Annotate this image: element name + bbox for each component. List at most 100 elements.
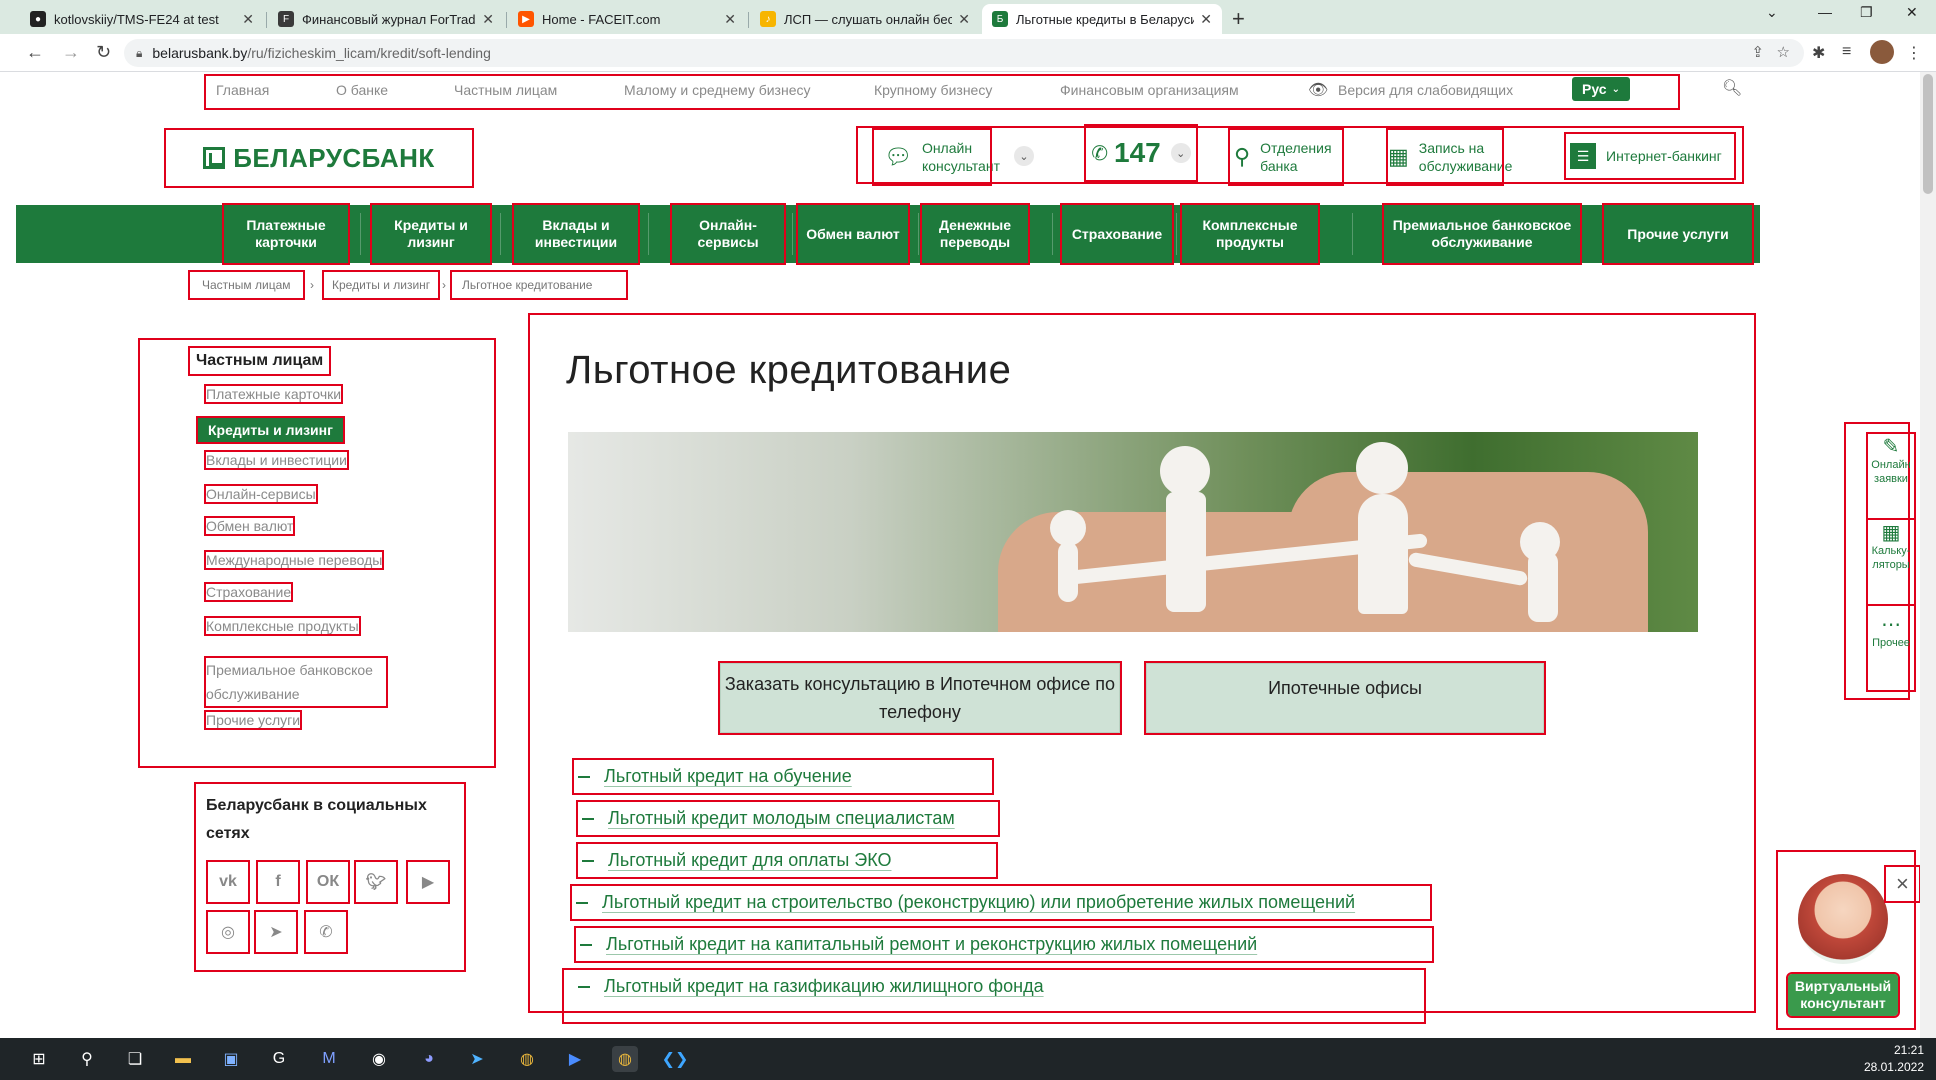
- bank-logo[interactable]: БЕЛАРУСБАНК: [164, 128, 474, 188]
- consultation-button[interactable]: Заказать консультацию в Ипотечном офисе …: [718, 661, 1122, 735]
- page-scrollbar[interactable]: [1920, 72, 1936, 1038]
- loan-link-renovation[interactable]: Льготный кредит на капитальный ремонт и …: [574, 926, 1434, 963]
- browser-tab[interactable]: ● kotlovskiiy/TMS-FE24 at test ✕: [20, 4, 264, 34]
- app-m-icon[interactable]: M: [316, 1046, 342, 1072]
- nav-payment-cards[interactable]: Платежные карточки: [222, 203, 350, 265]
- more-dots-icon: ⋯: [1881, 614, 1901, 636]
- app-g-icon[interactable]: G: [266, 1046, 292, 1072]
- tab-search-icon[interactable]: ⌄: [1766, 4, 1778, 21]
- close-tab-icon[interactable]: ✕: [1200, 11, 1212, 28]
- mortgage-offices-button[interactable]: Ипотечные офисы: [1144, 661, 1546, 735]
- nav-money-transfers[interactable]: Денежные переводы: [920, 203, 1030, 265]
- sidebar-item-intl-transfers[interactable]: Международные переводы: [203, 550, 385, 570]
- paper-figure: [1166, 492, 1206, 612]
- telegram-icon[interactable]: ➤: [254, 910, 298, 954]
- telegram-icon[interactable]: ➤: [464, 1046, 490, 1072]
- loan-link-education[interactable]: Льготный кредит на обучение: [572, 758, 994, 795]
- viber-icon[interactable]: ✆: [304, 910, 348, 954]
- vscode-icon[interactable]: ❮❯: [662, 1046, 689, 1072]
- internet-banking-link[interactable]: ☰ Интернет-банкинг: [1564, 132, 1736, 180]
- dash-icon: [578, 986, 590, 989]
- browser-tab[interactable]: ▶ Home - FACEIT.com ✕: [508, 4, 746, 34]
- chrome-active-icon[interactable]: ◍: [612, 1046, 638, 1072]
- close-tab-icon[interactable]: ✕: [958, 11, 970, 28]
- chrome-icon[interactable]: ◍: [514, 1046, 540, 1072]
- odnoklassniki-icon[interactable]: ОК: [306, 860, 350, 904]
- sidebar-item-premium[interactable]: Премиальное банковское обслуживание: [204, 656, 388, 708]
- extensions-icon[interactable]: ✱: [1812, 43, 1825, 63]
- sidebar-item-online-services[interactable]: Онлайн-сервисы: [204, 484, 318, 504]
- nav-other-services[interactable]: Прочие услуги: [1602, 203, 1754, 265]
- other-button[interactable]: ⋯ Прочее: [1866, 604, 1916, 692]
- bookmark-star-icon[interactable]: ⇪ ☆: [1751, 43, 1790, 61]
- file-explorer-icon[interactable]: ▬: [170, 1046, 196, 1072]
- browser-tab[interactable]: ♪ ЛСП — слушать онлайн беспла ✕: [750, 4, 980, 34]
- consultant-avatar[interactable]: [1798, 874, 1888, 964]
- scrollbar-thumb[interactable]: [1923, 74, 1933, 194]
- nav-currency-exchange[interactable]: Обмен валют: [796, 203, 910, 265]
- close-tab-icon[interactable]: ✕: [724, 11, 736, 28]
- toplinks-outline: [204, 74, 1680, 110]
- reload-icon[interactable]: ↻: [96, 42, 111, 63]
- sidebar-item-complex-products[interactable]: Комплексные продукты: [204, 616, 361, 636]
- branches-link[interactable]: ⚲ Отделения банка: [1228, 128, 1344, 186]
- forward-icon[interactable]: →: [62, 42, 80, 63]
- edit-icon: ✎: [1882, 436, 1900, 458]
- restore-icon[interactable]: ❐: [1860, 4, 1873, 21]
- vk-icon[interactable]: vk: [206, 860, 250, 904]
- nav-credits[interactable]: Кредиты и лизинг: [370, 203, 492, 265]
- sidebar-item-currency-exchange[interactable]: Обмен валют: [203, 516, 296, 536]
- nav-online-services[interactable]: Онлайн-сервисы: [670, 203, 786, 265]
- instagram-icon[interactable]: ◎: [206, 910, 250, 954]
- url-input[interactable]: 🔒︎ belarusbank.by/ru/fizicheskim_licam/k…: [124, 39, 1804, 67]
- close-tab-icon[interactable]: ✕: [482, 11, 494, 28]
- twitter-icon[interactable]: 🐦︎: [354, 860, 398, 904]
- loan-link-gasification[interactable]: Льготный кредит на газификацию жилищного…: [562, 968, 1426, 1024]
- windows-start-icon[interactable]: ⊞: [26, 1046, 52, 1072]
- youtube-icon[interactable]: ▶: [406, 860, 450, 904]
- sidebar-item-payment-cards[interactable]: Платежные карточки: [203, 384, 344, 404]
- sidebar-item-other[interactable]: Прочие услуги: [203, 710, 303, 730]
- search-icon[interactable]: 🔍︎: [1722, 78, 1742, 98]
- virtual-consultant-button[interactable]: Виртуальный консультант: [1786, 972, 1900, 1018]
- loan-link-young-specialists[interactable]: Льготный кредит молодым специалистам: [576, 800, 1000, 837]
- close-icon[interactable]: ×: [1884, 865, 1920, 903]
- close-tab-icon[interactable]: ✕: [242, 11, 254, 28]
- phone-button[interactable]: ✆ 147 ⌄: [1084, 124, 1198, 182]
- sidebar-item-insurance[interactable]: Страхование: [203, 582, 294, 602]
- sidebar-item-deposits[interactable]: Вклады и инвестиции: [204, 450, 349, 470]
- sidebar-item-credits[interactable]: Кредиты и лизинг: [196, 416, 345, 444]
- new-tab-button[interactable]: +: [1232, 6, 1245, 32]
- menu-kebab-icon[interactable]: ⋮: [1906, 43, 1922, 63]
- calculators-button[interactable]: ▦ Кальку- ляторы: [1866, 518, 1916, 606]
- tab-title: kotlovskiiy/TMS-FE24 at test: [54, 11, 219, 27]
- window-close-icon[interactable]: ✕: [1906, 4, 1918, 21]
- store-icon[interactable]: ▣: [218, 1046, 244, 1072]
- appointment-link[interactable]: ▦ Запись на обслуживание: [1386, 128, 1512, 186]
- minimize-icon[interactable]: —: [1818, 4, 1832, 20]
- loan-link-eco[interactable]: Льготный кредит для оплаты ЭКО: [576, 842, 998, 879]
- loan-link-construction[interactable]: Льготный кредит на строительство (реконс…: [570, 884, 1432, 921]
- online-requests-button[interactable]: ✎ Онлайн заявки: [1866, 432, 1916, 520]
- reading-list-icon[interactable]: ≡: [1842, 43, 1851, 61]
- breadcrumb-individuals[interactable]: Частным лицам: [188, 270, 305, 300]
- nav-complex-products[interactable]: Комплексные продукты: [1180, 203, 1320, 265]
- online-consultant-button[interactable]: 💬︎ Онлайн консультант: [872, 128, 1000, 186]
- browser-tab[interactable]: F Финансовый журнал ForTrader.o ✕: [268, 4, 504, 34]
- discord-icon[interactable]: ◕: [416, 1046, 442, 1072]
- nav-premium-banking[interactable]: Премиальное банковское обслуживание: [1382, 203, 1582, 265]
- breadcrumb-credits[interactable]: Кредиты и лизинг: [321, 270, 441, 300]
- search-icon[interactable]: ⚲: [74, 1046, 100, 1072]
- belarusbank-icon: Б: [992, 11, 1008, 27]
- browser-tab-active[interactable]: Б Льготные кредиты в Беларуси | ✕: [982, 4, 1222, 34]
- nav-insurance[interactable]: Страхование: [1060, 203, 1174, 265]
- back-icon[interactable]: ←: [26, 42, 44, 63]
- steam-icon[interactable]: ◉: [366, 1046, 392, 1072]
- language-select[interactable]: Рус ⌄: [1572, 77, 1630, 101]
- profile-avatar[interactable]: [1870, 40, 1894, 64]
- task-view-icon[interactable]: ❏: [122, 1046, 148, 1072]
- facebook-icon[interactable]: f: [256, 860, 300, 904]
- zoom-icon[interactable]: ▶: [562, 1046, 588, 1072]
- consultant-chevron-icon[interactable]: ⌄: [1014, 146, 1034, 166]
- nav-deposits[interactable]: Вклады и инвестиции: [512, 203, 640, 265]
